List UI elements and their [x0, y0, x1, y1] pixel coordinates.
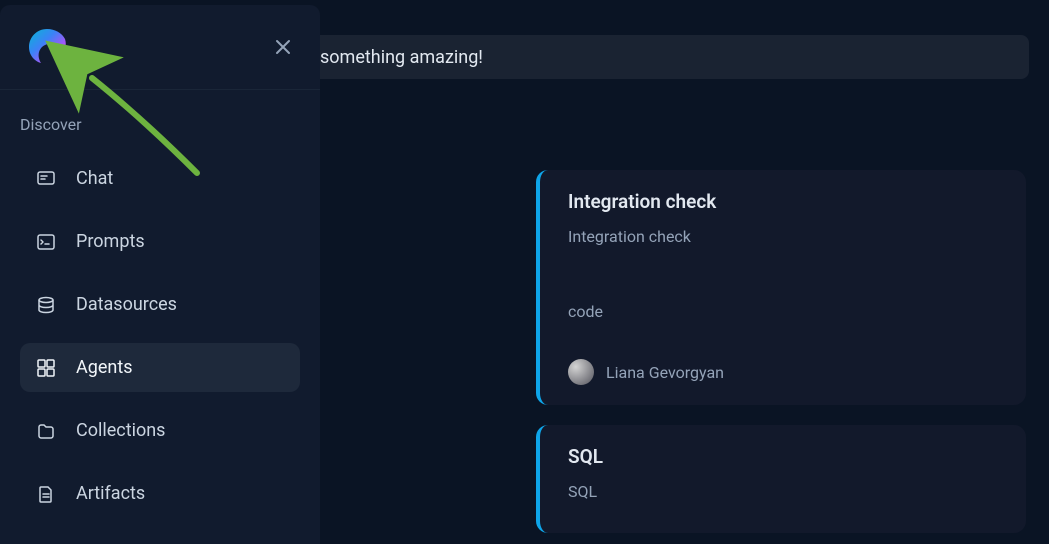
section-label: Discover — [0, 90, 320, 154]
sidebar-item-chat[interactable]: Chat — [20, 154, 300, 203]
card-author: Liana Gevorgyan — [568, 359, 998, 385]
card-title: Integration check — [568, 190, 998, 213]
nav-label: Datasources — [76, 294, 177, 315]
agent-card-sql[interactable]: SQL SQL — [536, 425, 1026, 533]
sidebar-item-agents[interactable]: Agents — [20, 343, 300, 392]
chat-icon — [36, 169, 56, 189]
nav-label: Agents — [76, 357, 133, 378]
datasources-icon — [36, 295, 56, 315]
nav-items: Chat Prompts Datasources Agents Collecti — [0, 154, 320, 518]
author-name: Liana Gevorgyan — [606, 363, 724, 382]
close-sidebar-button[interactable] — [271, 35, 295, 59]
sidebar-header — [0, 5, 320, 90]
agents-icon — [36, 358, 56, 378]
sidebar-item-collections[interactable]: Collections — [20, 406, 300, 455]
app-logo[interactable] — [25, 25, 69, 69]
nav-label: Artifacts — [76, 483, 145, 504]
card-tag: code — [568, 302, 998, 321]
sidebar-item-datasources[interactable]: Datasources — [20, 280, 300, 329]
card-subtitle: Integration check — [568, 227, 998, 246]
sidebar-item-artifacts[interactable]: Artifacts — [20, 469, 300, 518]
artifacts-icon — [36, 484, 56, 504]
sidebar: Discover Chat Prompts Datasources Agents — [0, 5, 320, 544]
sidebar-item-prompts[interactable]: Prompts — [20, 217, 300, 266]
nav-label: Chat — [76, 168, 113, 189]
avatar — [568, 359, 594, 385]
nav-label: Prompts — [76, 231, 145, 252]
agent-card-integration-check[interactable]: Integration check Integration check code… — [536, 170, 1026, 405]
main-content: Integration check Integration check code… — [320, 90, 1029, 544]
card-title: SQL — [568, 445, 998, 468]
collections-icon — [36, 421, 56, 441]
banner-text: something amazing! — [320, 47, 483, 68]
prompts-icon — [36, 232, 56, 252]
card-subtitle: SQL — [568, 482, 998, 501]
nav-label: Collections — [76, 420, 165, 441]
